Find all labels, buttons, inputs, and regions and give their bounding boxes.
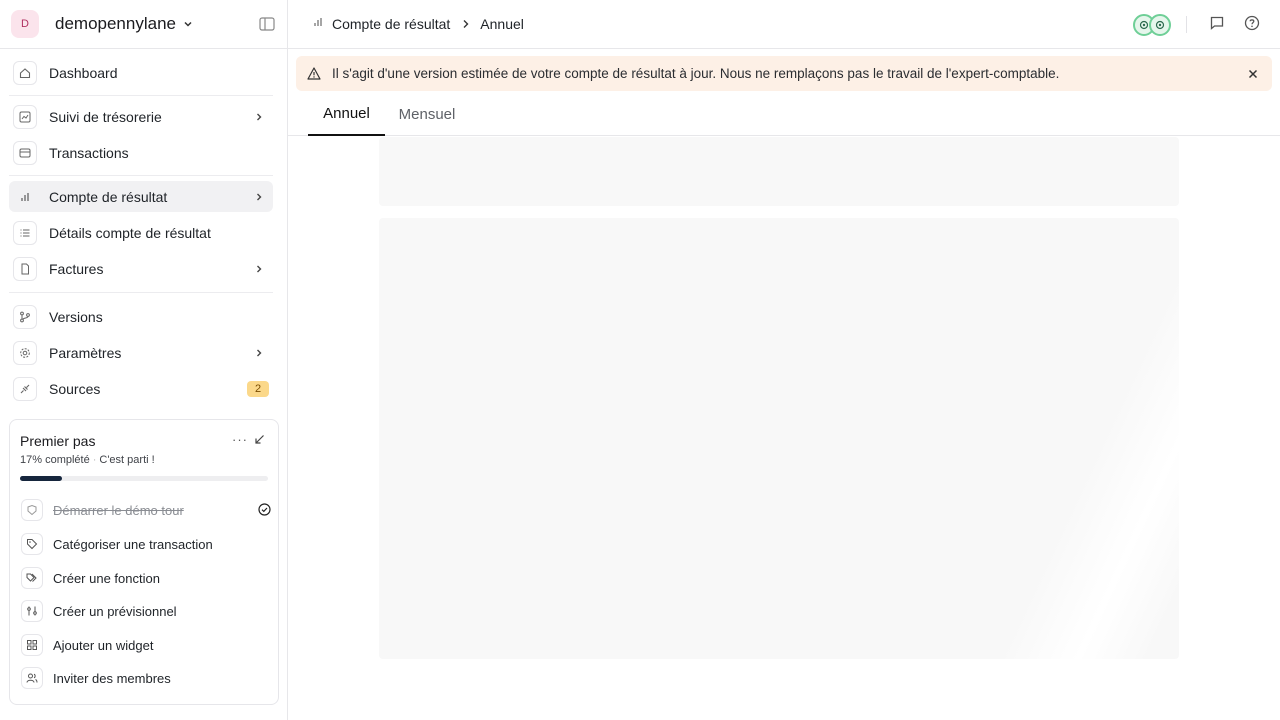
sidebar-item-label: Versions — [49, 308, 103, 325]
sidebar-item-label: Dashboard — [49, 64, 118, 81]
forecast-icon — [21, 600, 43, 622]
tab-annuel[interactable]: Annuel — [308, 92, 385, 136]
workspace-name: demopennylane — [55, 14, 176, 33]
progress-bar — [20, 476, 268, 481]
sidebar-item-sources[interactable]: Sources 2 — [9, 373, 273, 404]
tags-icon — [21, 567, 43, 589]
sidebar-item-label: Factures — [49, 260, 104, 277]
top-bar: Compte de résultat Annuel — [288, 0, 1280, 49]
sources-count-badge: 2 — [247, 381, 269, 397]
sidebar-item-label: Paramètres — [49, 344, 122, 361]
task-creer-previsionnel[interactable]: Créer un prévisionnel — [21, 597, 273, 625]
bar-chart-icon — [312, 15, 324, 33]
task-label: Ajouter un widget — [53, 637, 154, 653]
breadcrumb-annuel: Annuel — [480, 16, 524, 32]
sidebar: D demopennylane Dashboard Suivi de tréso… — [0, 0, 288, 720]
chevron-right-icon — [253, 190, 265, 208]
getting-started-card: Premier pas ··· 17% complété · C'est parti… — [9, 419, 279, 705]
tour-icon — [21, 499, 43, 521]
home-icon — [13, 60, 37, 85]
more-options-icon[interactable]: ··· — [232, 432, 248, 447]
sidebar-item-transactions[interactable]: Transactions — [9, 137, 273, 168]
task-ajouter-widget[interactable]: Ajouter un widget — [21, 631, 273, 659]
list-details-icon — [13, 220, 37, 245]
chevron-right-icon — [253, 110, 265, 128]
sidebar-divider — [9, 292, 273, 293]
widget-icon — [21, 634, 43, 656]
chart-line-icon — [13, 104, 37, 129]
progress-cta: C'est parti ! — [99, 454, 155, 466]
sidebar-item-label: Détails compte de résultat — [49, 224, 211, 241]
collapse-sidebar-icon[interactable] — [259, 17, 275, 36]
help-icon[interactable] — [1244, 15, 1260, 36]
header-divider — [1186, 16, 1187, 33]
period-tabs: Annuel Mensuel — [288, 92, 1280, 136]
progress-label: 17% complété — [20, 454, 90, 466]
sidebar-item-dashboard[interactable]: Dashboard — [9, 57, 273, 88]
tag-icon — [21, 533, 43, 555]
git-branch-icon — [13, 304, 37, 329]
getting-started-title: Premier pas — [20, 433, 96, 449]
progress-text: 17% complété · C'est parti ! — [20, 454, 155, 466]
task-inviter-membres[interactable]: Inviter des membres — [21, 664, 273, 692]
warning-icon — [307, 67, 321, 80]
task-demo-tour[interactable]: Démarrer le démo tour — [21, 496, 273, 524]
progress-separator: · — [92, 454, 97, 466]
plug-icon — [13, 376, 37, 401]
sidebar-item-parametres[interactable]: Paramètres — [9, 337, 273, 368]
avatar — [1149, 14, 1171, 36]
sidebar-item-label: Sources — [49, 380, 101, 397]
close-icon[interactable] — [1247, 67, 1259, 85]
task-label: Catégoriser une transaction — [53, 536, 213, 552]
workspace-switcher[interactable]: D demopennylane — [0, 0, 287, 49]
check-circle-icon — [258, 503, 271, 521]
list-icon — [13, 140, 37, 165]
breadcrumb-compte-de-resultat[interactable]: Compte de résultat — [332, 16, 450, 32]
chevron-right-icon — [253, 346, 265, 364]
chevron-right-icon — [253, 262, 265, 280]
task-label: Créer une fonction — [53, 570, 160, 586]
sidebar-item-label: Transactions — [49, 144, 129, 161]
sidebar-item-compte-de-resultat[interactable]: Compte de résultat — [9, 181, 273, 212]
bar-chart-icon — [13, 185, 37, 209]
sidebar-item-factures[interactable]: Factures — [9, 253, 273, 284]
task-label: Créer un prévisionnel — [53, 603, 177, 619]
task-creer-fonction[interactable]: Créer une fonction — [21, 564, 273, 592]
loading-placeholder — [379, 218, 1179, 659]
loading-placeholder — [379, 137, 1179, 206]
task-label: Démarrer le démo tour — [53, 502, 184, 518]
workspace-avatar: D — [11, 10, 39, 38]
sidebar-divider — [9, 175, 273, 176]
chevron-down-icon — [182, 18, 194, 30]
alert-text: Il s'agit d'une version estimée de votre… — [332, 66, 1060, 81]
sidebar-item-label: Compte de résultat — [49, 188, 168, 205]
sidebar-item-versions[interactable]: Versions — [9, 301, 273, 332]
sidebar-item-details-compte-resultat[interactable]: Détails compte de résultat — [9, 217, 273, 248]
task-categoriser-transaction[interactable]: Catégoriser une transaction — [21, 530, 273, 558]
file-icon — [13, 256, 37, 281]
presence-avatars[interactable] — [1133, 14, 1173, 38]
sidebar-item-label: Suivi de trésorerie — [49, 108, 162, 125]
sidebar-item-suivi-tresorerie[interactable]: Suivi de trésorerie — [9, 101, 273, 132]
task-label: Inviter des membres — [53, 670, 171, 686]
sidebar-divider — [9, 95, 273, 96]
minimize-icon[interactable] — [254, 432, 265, 450]
estimate-warning-banner: Il s'agit d'une version estimée de votre… — [296, 56, 1272, 91]
gear-icon — [13, 340, 37, 365]
progress-bar-fill — [20, 476, 63, 481]
chevron-right-icon — [461, 18, 471, 30]
feedback-icon[interactable] — [1209, 15, 1225, 36]
tab-mensuel[interactable]: Mensuel — [392, 92, 462, 136]
users-icon — [21, 667, 43, 689]
